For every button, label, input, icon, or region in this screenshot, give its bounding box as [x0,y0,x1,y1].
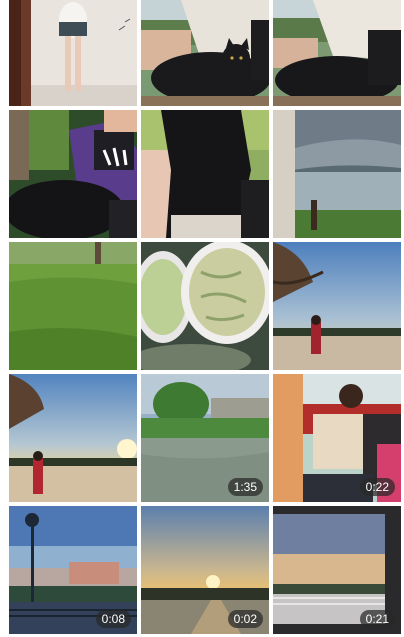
photo-cat-closeup[interactable] [141,110,269,238]
photo-grass-field-image [9,242,137,370]
video-duration-badge: 0:21 [359,610,395,628]
video-duration-badge: 1:35 [227,478,263,496]
photo-lake-view[interactable] [273,110,401,238]
photo-food-plates-image [141,242,269,370]
photo-lake-view-image [273,110,401,238]
photo-food-plates[interactable] [141,242,269,370]
photo-girl-mirror[interactable] [9,0,137,106]
video-duration-badge: 0:02 [227,610,263,628]
photo-cat-closeup-image [141,110,269,238]
video-river-park[interactable]: 1:35 [141,374,269,502]
photo-grass-field[interactable] [9,242,137,370]
photo-black-cat-lap-1[interactable] [141,0,269,106]
video-red-bridge[interactable]: 0:22 [273,374,401,502]
video-sunset-road[interactable]: 0:02 [141,506,269,634]
photo-sunset-girl-1-image [273,242,401,370]
video-window-sunset[interactable]: 0:21 [273,506,401,634]
photo-black-cat-lap-2-image [273,0,401,106]
photo-black-cat-lap-1-image [141,0,269,106]
photo-grid: 1:35 0:22 0:08 0:02 0:21 [9,0,402,634]
video-duration-badge: 0:22 [359,478,395,496]
photo-cat-jacket[interactable] [9,110,137,238]
photo-sunset-girl-2[interactable] [9,374,137,502]
photo-black-cat-lap-2[interactable] [273,0,401,106]
video-lamp-sunset[interactable]: 0:08 [9,506,137,634]
video-duration-badge: 0:08 [95,610,131,628]
photo-sunset-girl-1[interactable] [273,242,401,370]
photo-girl-mirror-image [9,0,137,106]
photo-cat-jacket-image [9,110,137,238]
photo-sunset-girl-2-image [9,374,137,502]
